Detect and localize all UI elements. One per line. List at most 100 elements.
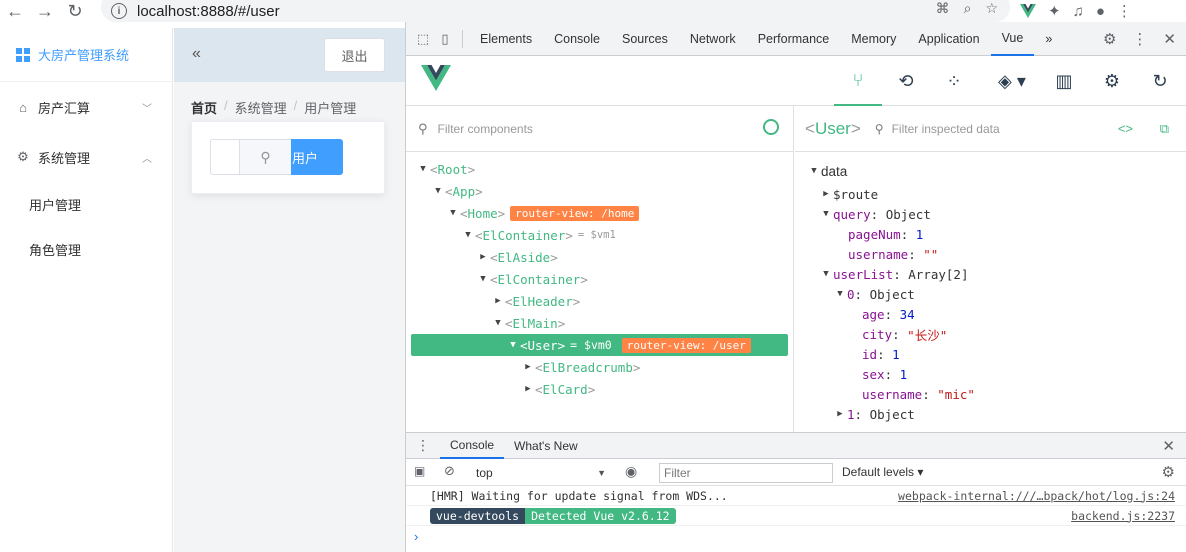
- collapsed-triangle-icon[interactable]: ▶: [521, 362, 535, 372]
- menu-item-system-admin[interactable]: ⚙ 系统管理 ︿: [0, 132, 172, 182]
- expand-triangle-icon[interactable]: ▼: [819, 209, 833, 219]
- expand-triangle-icon[interactable]: ▼: [476, 274, 490, 284]
- routing-icon[interactable]: ◈ ▾: [984, 56, 1040, 106]
- expand-triangle-icon[interactable]: ▼: [807, 166, 821, 176]
- open-external-icon[interactable]: ⧉: [1160, 121, 1169, 137]
- expand-triangle-icon[interactable]: ▼: [833, 289, 847, 299]
- tree-node[interactable]: ▼ <Home> router-view: /home: [406, 202, 793, 224]
- collapse-sidebar-icon[interactable]: «: [192, 45, 201, 63]
- more-tabs-icon[interactable]: »: [1034, 22, 1063, 56]
- menu-item-property-calc[interactable]: ⌂ 房产汇算 ﹀: [0, 82, 172, 132]
- collapsed-triangle-icon[interactable]: ▶: [521, 384, 535, 394]
- close-icon[interactable]: ✕: [1163, 30, 1176, 48]
- state-row[interactable]: ▼ userList: Array[2]: [795, 264, 1186, 284]
- context-select[interactable]: top ▼: [472, 463, 610, 482]
- bookmark-star-icon[interactable]: ☆: [985, 0, 998, 17]
- tree-node[interactable]: ▼ <ElContainer> = $vm1: [406, 224, 793, 246]
- components-tree-icon[interactable]: ⑂: [834, 56, 882, 106]
- search-button[interactable]: ⚲: [239, 139, 292, 175]
- state-section[interactable]: ▼ data: [795, 158, 1186, 184]
- logout-button[interactable]: 退出: [324, 38, 385, 72]
- forward-icon[interactable]: →: [30, 0, 60, 22]
- tree-node[interactable]: ▼ <Root>: [406, 158, 793, 180]
- sidebar-toggle-icon[interactable]: ▣: [414, 464, 425, 478]
- filter-components-input[interactable]: Filter components: [438, 122, 533, 136]
- tree-node[interactable]: ▼ <ElMain>: [406, 312, 793, 334]
- filter-inspected-input[interactable]: ⚲ Filter inspected data: [875, 122, 1000, 136]
- vue-extension-icon[interactable]: [1020, 4, 1036, 18]
- expand-triangle-icon[interactable]: ▼: [431, 186, 445, 196]
- tab-vue[interactable]: Vue: [990, 22, 1035, 56]
- tab-application[interactable]: Application: [907, 22, 990, 56]
- device-toggle-icon[interactable]: ▯: [434, 31, 456, 47]
- tab-elements[interactable]: Elements: [469, 22, 543, 56]
- tree-node[interactable]: ▶ <ElAside>: [406, 246, 793, 268]
- address-bar[interactable]: i localhost:8888/#/user ⌘ ⌕ ☆: [101, 0, 1010, 22]
- tab-performance[interactable]: Performance: [747, 22, 841, 56]
- reload-icon[interactable]: ↻: [60, 0, 90, 22]
- browser-menu-icon[interactable]: ⋮: [1117, 2, 1132, 20]
- media-playlist-icon[interactable]: ♫: [1073, 3, 1084, 20]
- extensions-puzzle-icon[interactable]: ✦: [1048, 2, 1061, 20]
- tree-node[interactable]: ▶ <ElCard>: [406, 378, 793, 400]
- expand-triangle-icon[interactable]: ▼: [446, 208, 460, 218]
- expand-triangle-icon[interactable]: ▼: [506, 340, 520, 350]
- settings-icon[interactable]: ⚙: [1088, 56, 1136, 106]
- expand-triangle-icon[interactable]: ▼: [416, 164, 430, 174]
- tab-sources[interactable]: Sources: [611, 22, 679, 56]
- drawer-menu-icon[interactable]: ⋮: [406, 437, 440, 454]
- inspect-element-icon[interactable]: ⬚: [412, 31, 434, 47]
- collapsed-triangle-icon[interactable]: ▶: [833, 409, 847, 419]
- console-settings-icon[interactable]: ⚙: [1162, 463, 1175, 481]
- kebab-menu-icon[interactable]: ⋮: [1132, 30, 1147, 48]
- tree-node[interactable]: ▶ <ElBreadcrumb>: [406, 356, 793, 378]
- add-user-button[interactable]: 加用户: [291, 139, 343, 175]
- collapsed-triangle-icon[interactable]: ▶: [476, 252, 490, 262]
- eye-icon[interactable]: ◉: [625, 463, 637, 480]
- tree-node[interactable]: ▼ <App>: [406, 180, 793, 202]
- clear-console-icon[interactable]: ⊘: [444, 463, 455, 479]
- vuex-icon[interactable]: ⁘: [930, 56, 978, 106]
- state-row[interactable]: ▼ query: Object: [795, 204, 1186, 224]
- log-levels-select[interactable]: Default levels ▾: [842, 465, 923, 479]
- tab-console[interactable]: Console: [543, 22, 611, 56]
- filter-components-bar[interactable]: ⚲ Filter components: [406, 106, 793, 152]
- state-row[interactable]: ▶ 1: Object: [795, 404, 1186, 424]
- translate-icon[interactable]: ⌘: [936, 0, 950, 17]
- profile-avatar-icon[interactable]: ●: [1096, 3, 1105, 20]
- code-icon[interactable]: <>: [1118, 121, 1133, 136]
- performance-chart-icon[interactable]: ▥: [1040, 56, 1088, 106]
- expand-triangle-icon[interactable]: ▼: [819, 269, 833, 279]
- settings-gear-icon[interactable]: ⚙: [1103, 30, 1116, 48]
- breadcrumb-home[interactable]: 首页: [191, 98, 217, 117]
- search-input[interactable]: [210, 139, 240, 175]
- submenu-item-user-management[interactable]: 用户管理: [0, 182, 172, 227]
- drawer-tab-whats-new[interactable]: What's New: [504, 433, 588, 459]
- collapsed-triangle-icon[interactable]: ▶: [819, 189, 833, 199]
- close-icon[interactable]: ✕: [1162, 437, 1175, 455]
- source-link[interactable]: backend.js:2237: [1071, 509, 1175, 523]
- tree-node[interactable]: ▼ <ElContainer>: [406, 268, 793, 290]
- state-row[interactable]: ▼ 0: Object: [795, 284, 1186, 304]
- console-prompt[interactable]: ›: [406, 526, 1186, 546]
- tree-node[interactable]: ▶ <ElHeader>: [406, 290, 793, 312]
- console-filter-input[interactable]: Filter: [659, 463, 833, 483]
- expand-triangle-icon[interactable]: ▼: [491, 318, 505, 328]
- url-text[interactable]: localhost:8888/#/user: [137, 3, 280, 20]
- tab-memory[interactable]: Memory: [840, 22, 907, 56]
- history-icon[interactable]: ⟲: [882, 56, 930, 106]
- back-icon[interactable]: ←: [0, 0, 30, 22]
- source-link[interactable]: webpack-internal:///…bpack/hot/log.js:24: [898, 489, 1175, 503]
- tab-network[interactable]: Network: [679, 22, 747, 56]
- select-component-target-icon[interactable]: [763, 119, 779, 135]
- refresh-icon[interactable]: ↻: [1136, 56, 1184, 106]
- zoom-icon[interactable]: ⌕: [964, 0, 972, 17]
- state-row[interactable]: ▶ $route: [795, 184, 1186, 204]
- expand-triangle-icon[interactable]: ▼: [461, 230, 475, 240]
- brand-logo[interactable]: 大房产管理系统: [0, 28, 172, 82]
- submenu-item-role-management[interactable]: 角色管理: [0, 227, 172, 272]
- drawer-tab-console[interactable]: Console: [440, 433, 505, 459]
- site-info-icon[interactable]: i: [111, 3, 127, 19]
- tree-node-selected[interactable]: ▼ <User> = $vm0 router-view: /user: [411, 334, 788, 356]
- collapsed-triangle-icon[interactable]: ▶: [491, 296, 505, 306]
